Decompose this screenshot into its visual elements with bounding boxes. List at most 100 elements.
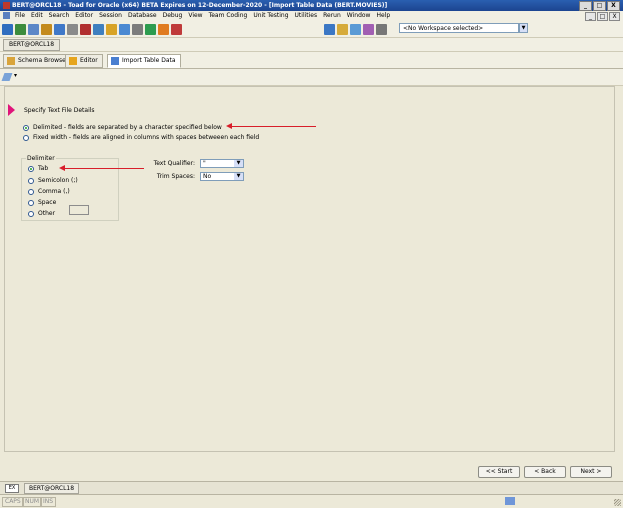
resize-grip-icon[interactable] (614, 499, 621, 506)
monitor-icon[interactable] (324, 23, 335, 35)
maximize-button[interactable]: □ (593, 1, 606, 11)
document-icon[interactable] (3, 12, 10, 19)
menu-team-coding[interactable]: Team Coding (206, 11, 251, 21)
session-icon[interactable] (171, 23, 182, 35)
menu-view[interactable]: View (185, 11, 205, 21)
radio-button[interactable] (23, 134, 29, 141)
step-title: Specify Text File Details (24, 107, 95, 114)
chevron-down-icon[interactable]: ▼ (234, 160, 243, 167)
ins-indicator: INS (40, 497, 57, 507)
status-icon[interactable] (505, 497, 515, 505)
trim-spaces-select[interactable]: No ▼ (200, 172, 244, 181)
tab-import-table-data[interactable]: Import Table Data (107, 54, 181, 68)
status-bar: CAPS NUM INS (0, 494, 623, 508)
space-radio[interactable]: Space (28, 199, 56, 206)
script-icon[interactable] (158, 23, 169, 35)
trim-spaces-label: Trim Spaces: (156, 173, 195, 180)
radio-button[interactable] (28, 199, 34, 206)
connection-item[interactable]: BERT@ORCL18 (24, 483, 80, 494)
tab-editor[interactable]: Editor (65, 54, 103, 68)
text-qualifier-select[interactable]: " ▼ (200, 159, 244, 168)
window-title-bar: BERT@ORCL18 - Toad for Oracle (x64) BETA… (0, 0, 623, 11)
chevron-down-icon[interactable]: ▾ (14, 72, 17, 79)
editor-icon (69, 57, 77, 65)
menu-edit[interactable]: Edit (28, 11, 46, 21)
tools-icon[interactable] (132, 23, 143, 35)
editor-icon[interactable] (41, 23, 52, 35)
menu-file[interactable]: File (12, 11, 28, 21)
chevron-down-icon[interactable]: ▼ (519, 23, 528, 33)
delimiter-legend: Delimiter (26, 155, 56, 162)
delimited-radio[interactable]: Delimited - fields are separated by a ch… (23, 124, 222, 131)
document-tabs: Schema Browser Editor Import Table Data (0, 52, 623, 69)
schema-browser-icon[interactable] (28, 23, 39, 35)
radio-button[interactable] (28, 210, 34, 217)
tab-label: Import Table Data (122, 57, 176, 64)
disconnect-icon[interactable] (15, 23, 26, 35)
pencil-icon[interactable] (1, 73, 13, 81)
radio-button[interactable] (28, 188, 34, 195)
semicolon-label: Semicolon (;) (38, 177, 78, 184)
window-title: BERT@ORCL18 - Toad for Oracle (x64) BETA… (12, 2, 388, 9)
tab-label: Tab (38, 165, 49, 172)
other-label: Other (38, 210, 56, 217)
semicolon-radio[interactable]: Semicolon (;) (28, 177, 78, 184)
radio-button[interactable] (28, 165, 34, 172)
menu-debug[interactable]: Debug (160, 11, 186, 21)
import-icon[interactable] (106, 23, 117, 35)
space-label: Space (38, 199, 57, 206)
workspace-select[interactable]: <No Workspace selected> (399, 23, 519, 33)
menu-help[interactable]: Help (373, 11, 393, 21)
toad-app-icon (3, 2, 10, 9)
trim-spaces-value: No (203, 173, 212, 180)
menu-unit-testing[interactable]: Unit Testing (250, 11, 291, 21)
tab-schema-browser[interactable]: Schema Browser (3, 54, 74, 68)
menu-session[interactable]: Session (96, 11, 125, 21)
settings-icon[interactable] (376, 23, 387, 35)
import-table-icon (111, 57, 119, 65)
menu-database[interactable]: Database (125, 11, 160, 21)
next-button[interactable]: Next > (570, 466, 612, 478)
fixed-width-radio[interactable]: Fixed width - fields are aligned in colu… (23, 134, 259, 141)
expand-button[interactable]: EX (5, 484, 19, 493)
menu-rerun[interactable]: Rerun (320, 11, 344, 21)
other-radio[interactable]: Other (28, 210, 55, 217)
schema-browser-icon (7, 57, 15, 65)
other-delimiter-input[interactable] (69, 205, 89, 215)
report-icon[interactable] (119, 23, 130, 35)
connection-bar: BERT@ORCL18 (0, 38, 623, 52)
connect-icon[interactable] (2, 23, 13, 35)
fixed-width-label: Fixed width - fields are aligned in colu… (33, 134, 260, 141)
radio-button[interactable] (28, 177, 34, 184)
export-icon[interactable] (93, 23, 104, 35)
grid-icon[interactable] (67, 23, 78, 35)
connection-tab[interactable]: BERT@ORCL18 (3, 39, 61, 51)
caps-indicator: CAPS (2, 497, 24, 507)
menu-search[interactable]: Search (46, 11, 73, 21)
mdi-restore-button[interactable]: □ (597, 12, 608, 21)
menu-utilities[interactable]: Utilities (292, 11, 321, 21)
annotation-arrow (59, 165, 144, 171)
comma-label: Comma (,) (38, 188, 70, 195)
compare-icon[interactable] (145, 23, 156, 35)
delimited-label: Delimited - fields are separated by a ch… (33, 124, 222, 131)
dbms-icon[interactable] (337, 23, 348, 35)
start-button[interactable]: << Start (478, 466, 520, 478)
mdi-close-button[interactable]: X (609, 12, 620, 21)
chevron-down-icon[interactable]: ▼ (234, 173, 243, 180)
radio-button[interactable] (23, 124, 29, 131)
back-button[interactable]: < Back (524, 466, 566, 478)
tab-label: Editor (80, 57, 98, 64)
table-icon[interactable] (80, 23, 91, 35)
menu-window[interactable]: Window (344, 11, 374, 21)
wizard-toolbar: ▾ (0, 69, 623, 86)
close-button[interactable]: X (607, 1, 620, 11)
sql-icon[interactable] (54, 23, 65, 35)
mdi-minimize-button[interactable]: _ (585, 12, 596, 21)
menu-editor[interactable]: Editor (72, 11, 96, 21)
tab-radio[interactable]: Tab (28, 165, 48, 172)
user-icon[interactable] (350, 23, 361, 35)
minimize-button[interactable]: _ (579, 1, 592, 11)
star-icon[interactable] (363, 23, 374, 35)
comma-radio[interactable]: Comma (,) (28, 188, 70, 195)
